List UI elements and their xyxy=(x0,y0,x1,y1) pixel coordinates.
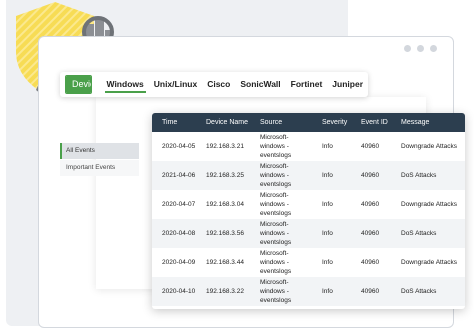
table-cell: 40960 xyxy=(361,201,380,208)
events-table: Time Device Name Source Severity Event ID Mes… xyxy=(152,113,465,306)
table-cell: 192.168.3.21 xyxy=(206,143,244,150)
column-header-severity[interactable]: Severity xyxy=(312,113,351,132)
table-cell: 192.168.3.44 xyxy=(206,259,244,266)
table-cell: Downgrade Attacks xyxy=(401,201,458,208)
table-cell: Microsoft-windows - eventslogs xyxy=(250,161,312,190)
tab-sonicwall[interactable]: SonicWall xyxy=(235,72,285,97)
table-cell: Microsoft-windows - eventslogs xyxy=(250,219,312,248)
table-cell: 40960 xyxy=(351,161,391,190)
event-filter-menu: All Events Important Events xyxy=(60,143,139,177)
window-controls xyxy=(404,45,437,52)
table-cell: 192.168.3.04 xyxy=(206,201,244,208)
table-cell: Microsoft-windows - eventslogs xyxy=(250,277,312,306)
device-tab-bar: Devices WindowsUnix/LinuxCiscoSonicWallF… xyxy=(60,72,368,97)
table-cell: 2020-04-08 xyxy=(152,219,196,248)
tab-unix-linux[interactable]: Unix/Linux xyxy=(149,72,202,97)
table-body: 2020-04-05 192.168.3.21 Microsoft-windows … xyxy=(152,132,465,306)
table-cell: 40960 xyxy=(351,277,391,306)
table-cell: Info xyxy=(312,161,351,190)
tab-fortinet[interactable]: Fortinet xyxy=(286,72,328,97)
column-header-event-id[interactable]: Event ID xyxy=(351,113,391,132)
column-header-device-name[interactable]: Device Name xyxy=(196,113,250,132)
device-tabs: Windows Unix/Linux Cisco SonicWall Fortinet J… xyxy=(102,72,369,97)
table-cell: Info xyxy=(322,259,333,266)
table-cell: 40960 xyxy=(361,143,380,150)
table-cell: Microsoft-windows - eventslogs xyxy=(260,134,292,159)
column-header-source[interactable]: Source xyxy=(250,113,312,132)
table-cell: 2020-04-05 xyxy=(162,143,196,150)
table-row[interactable]: 2020-04-05 192.168.3.21 Microsoft-windows … xyxy=(152,132,465,161)
table-cell: Info xyxy=(312,219,351,248)
table-cell: DoS Attacks xyxy=(391,161,465,190)
devices-dropdown-label: Devices xyxy=(66,76,91,93)
table-cell: DoS Attacks xyxy=(391,219,465,248)
window-dot xyxy=(417,45,424,52)
table-row[interactable]: 2020-04-07 192.168.3.04 Microsoft-windows … xyxy=(152,190,465,219)
table-cell: DoS Attacks xyxy=(391,277,465,306)
table-cell: Downgrade Attacks xyxy=(401,143,458,150)
table-cell: 40960 xyxy=(351,219,391,248)
table-cell: 2021-04-06 xyxy=(152,161,196,190)
column-header-time[interactable]: Time xyxy=(152,113,196,132)
table-cell: Info xyxy=(322,201,333,208)
table-row[interactable]: 2020-04-08 192.168.3.56 Microsoft-windows … xyxy=(152,219,465,248)
table-row[interactable]: 2021-04-06 192.168.3.25 Microsoft-windows … xyxy=(152,161,465,190)
events-table-card: Time Device Name Source Severity Event ID Mes… xyxy=(152,113,465,309)
tab-cisco[interactable]: Cisco xyxy=(202,72,235,97)
menu-item-all-events[interactable]: All Events xyxy=(60,143,139,159)
table-cell: 2020-04-10 xyxy=(152,277,196,306)
table-cell: 2020-04-07 xyxy=(162,201,196,208)
table-cell: 40960 xyxy=(361,259,380,266)
menu-item-important-events[interactable]: Important Events xyxy=(60,160,139,176)
table-cell: 2020-04-09 xyxy=(162,259,196,266)
table-cell: 192.168.3.22 xyxy=(196,277,250,306)
table-cell: 192.168.3.25 xyxy=(196,161,250,190)
table-row[interactable]: 2020-04-09 192.168.3.44 Microsoft-windows … xyxy=(152,248,465,277)
table-row[interactable]: 2020-04-10 192.168.3.22 Microsoft-windows … xyxy=(152,277,465,306)
window-dot xyxy=(404,45,411,52)
table-cell: 192.168.3.56 xyxy=(196,219,250,248)
table-cell: Microsoft-windows - eventslogs xyxy=(260,192,292,217)
window-dot xyxy=(430,45,437,52)
table-cell: Info xyxy=(322,143,333,150)
tab-juniper[interactable]: Juniper xyxy=(327,72,368,97)
devices-dropdown[interactable]: Devices xyxy=(65,75,92,94)
table-cell: Info xyxy=(312,277,351,306)
column-header-message[interactable]: Message xyxy=(391,113,465,132)
table-header-row: Time Device Name Source Severity Event ID Mes… xyxy=(152,113,465,132)
tab-windows[interactable]: Windows xyxy=(102,72,149,97)
table-cell: Downgrade Attacks xyxy=(401,259,458,266)
table-cell: Microsoft-windows - eventslogs xyxy=(260,250,292,275)
